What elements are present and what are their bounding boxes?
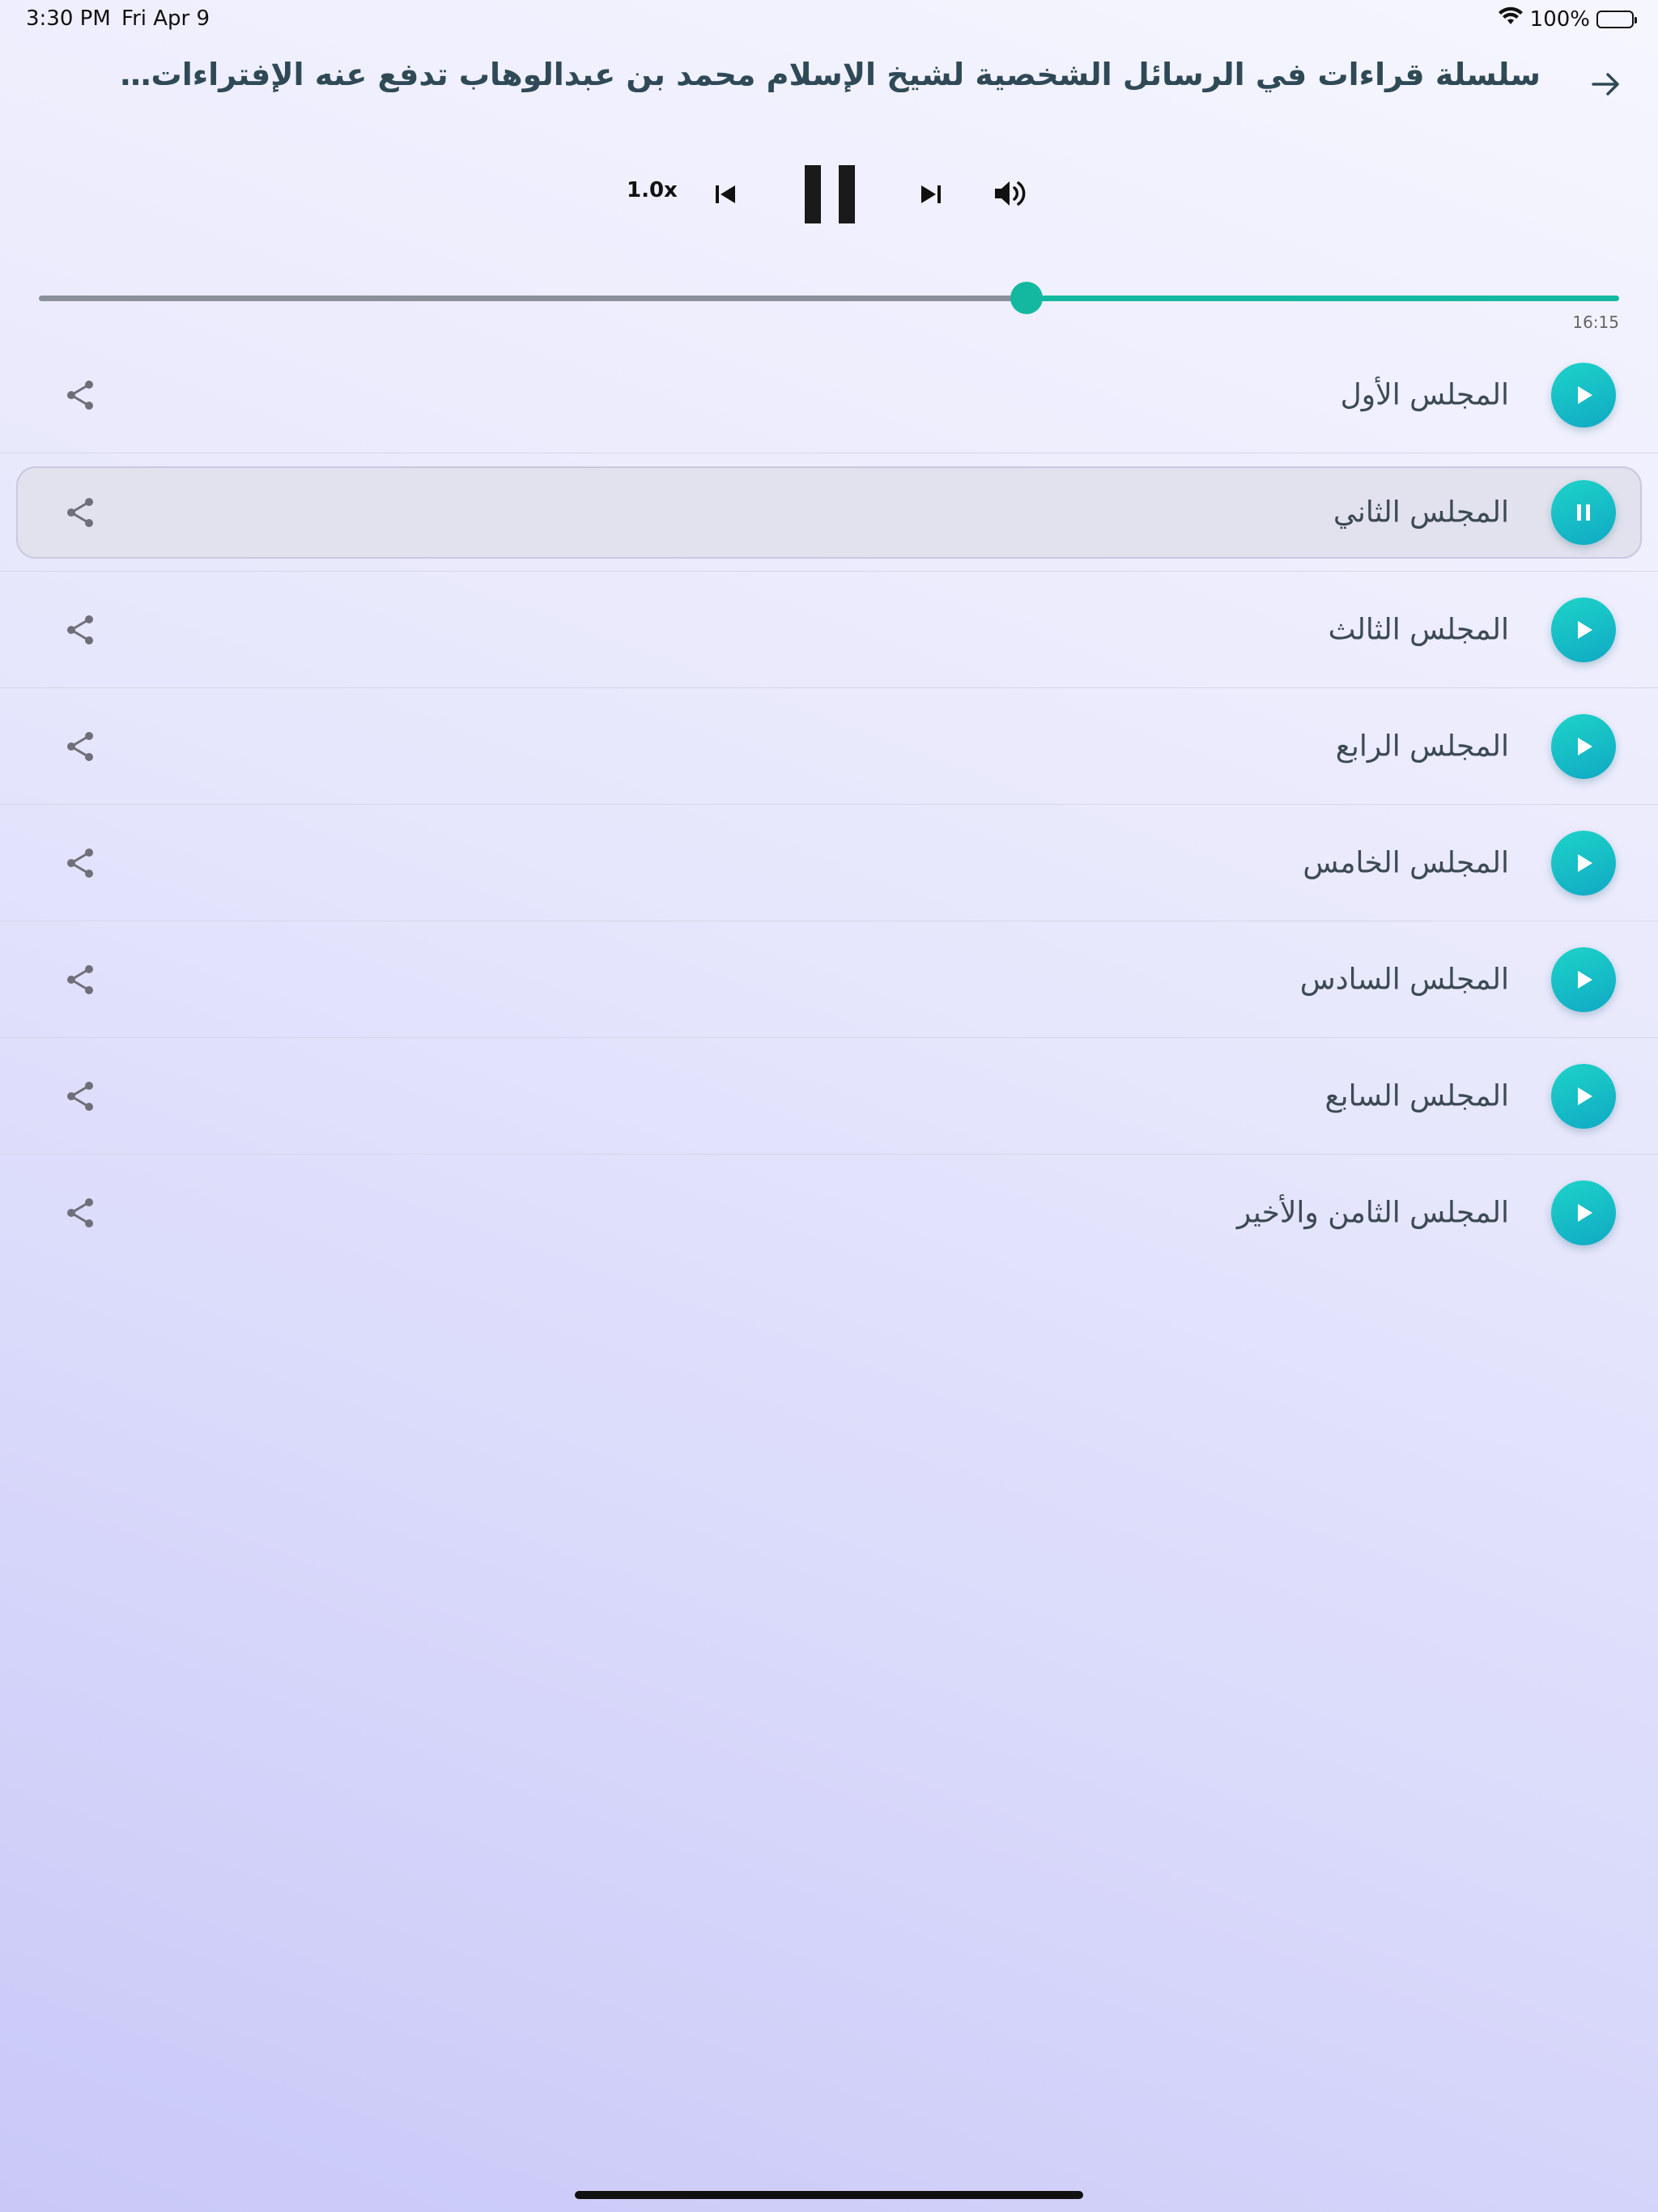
share-icon[interactable] xyxy=(63,612,99,648)
play-button[interactable] xyxy=(1551,597,1616,662)
back-arrow-icon[interactable] xyxy=(1587,65,1626,104)
battery-percent: 100% xyxy=(1529,6,1590,32)
list-item-active[interactable]: المجلس الثاني xyxy=(0,453,1658,572)
track-label: المجلس الثالث xyxy=(1328,613,1509,646)
play-button[interactable] xyxy=(1551,946,1616,1012)
play-icon xyxy=(1578,620,1592,639)
track-label: المجلس السادس xyxy=(1299,963,1509,996)
player-controls: 1.0x xyxy=(0,154,1658,235)
pause-icon[interactable] xyxy=(801,162,858,227)
play-button[interactable] xyxy=(1551,1063,1616,1129)
pause-button[interactable] xyxy=(1551,479,1616,545)
status-time: 3:30 PM xyxy=(26,6,111,31)
progress-slider[interactable] xyxy=(39,282,1619,314)
volume-icon[interactable] xyxy=(992,175,1029,212)
skip-next-icon[interactable] xyxy=(915,177,947,212)
track-label: المجلس الخامس xyxy=(1303,846,1509,879)
status-bar: 3:30 PM Fri Apr 9 100% xyxy=(0,0,1658,39)
battery-icon xyxy=(1596,10,1637,28)
header: سلسلة قراءات في الرسائل الشخصية لشيخ الإ… xyxy=(0,49,1658,113)
track-label: المجلس السابع xyxy=(1324,1079,1509,1112)
page-title: سلسلة قراءات في الرسائل الشخصية لشيخ الإ… xyxy=(120,57,1541,92)
play-icon xyxy=(1578,737,1592,755)
track-label: المجلس الثامن والأخير xyxy=(1236,1196,1509,1230)
play-icon xyxy=(1578,1204,1592,1222)
status-date: Fri Apr 9 xyxy=(121,6,210,31)
track-list: المجلس الأول المجلس الثاني المجلس الثالث… xyxy=(0,337,1658,1271)
track-label: المجلس الرابع xyxy=(1335,730,1509,763)
play-button[interactable] xyxy=(1551,830,1616,895)
list-item[interactable]: المجلس الخامس xyxy=(0,805,1658,921)
duration-label: 16:15 xyxy=(1572,313,1619,332)
share-icon[interactable] xyxy=(63,962,99,998)
track-label: المجلس الثاني xyxy=(1333,496,1509,529)
skip-previous-icon[interactable] xyxy=(709,177,742,212)
progress-track-played xyxy=(39,296,1027,301)
status-right: 100% xyxy=(1498,6,1637,32)
list-item[interactable]: المجلس الثالث xyxy=(0,572,1658,688)
play-button[interactable] xyxy=(1551,362,1616,428)
play-button[interactable] xyxy=(1551,1180,1616,1245)
play-icon xyxy=(1578,853,1592,872)
share-icon[interactable] xyxy=(63,845,99,881)
share-icon[interactable] xyxy=(63,1195,99,1231)
play-icon xyxy=(1578,385,1592,404)
speed-button[interactable]: 1.0x xyxy=(627,178,678,202)
share-icon[interactable] xyxy=(63,1078,99,1114)
share-icon[interactable] xyxy=(63,729,99,764)
track-label: المجلس الأول xyxy=(1340,378,1509,411)
home-indicator[interactable] xyxy=(575,2191,1083,2199)
pause-icon xyxy=(1577,504,1590,521)
play-button[interactable] xyxy=(1551,713,1616,779)
progress-thumb[interactable] xyxy=(1010,282,1043,314)
list-item[interactable]: المجلس السادس xyxy=(0,921,1658,1038)
list-item[interactable]: المجلس الأول xyxy=(0,337,1658,453)
play-icon xyxy=(1578,970,1592,989)
list-item[interactable]: المجلس السابع xyxy=(0,1038,1658,1155)
wifi-icon xyxy=(1498,6,1524,32)
share-icon[interactable] xyxy=(63,495,99,530)
list-item[interactable]: المجلس الرابع xyxy=(0,688,1658,805)
list-item[interactable]: المجلس الثامن والأخير xyxy=(0,1155,1658,1271)
share-icon[interactable] xyxy=(63,377,99,413)
progress-track-remaining xyxy=(1027,296,1619,301)
play-icon xyxy=(1578,1087,1592,1105)
